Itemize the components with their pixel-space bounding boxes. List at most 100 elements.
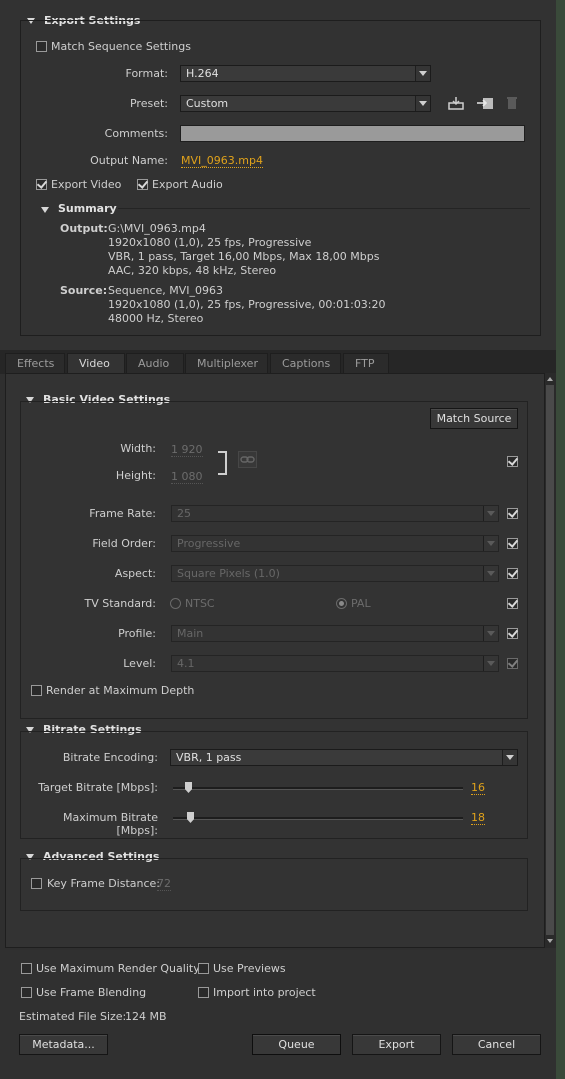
output-name-link[interactable]: MVI_0963.mp4: [181, 154, 263, 168]
bitrate-encoding-select[interactable]: VBR, 1 pass: [170, 749, 518, 766]
width-label: Width:: [120, 442, 156, 455]
aspect-label: Aspect:: [114, 567, 156, 580]
scrollbar[interactable]: [545, 373, 556, 948]
scroll-down-icon[interactable]: [547, 939, 553, 943]
frame-rate-value: 25: [177, 507, 191, 520]
aspect-checkbox[interactable]: [507, 568, 518, 579]
tab-captions[interactable]: Captions: [270, 353, 341, 373]
summary-title: Summary: [58, 202, 117, 215]
export-settings-panel: Export Settings Match Sequence Settings …: [0, 0, 556, 350]
tab-effects[interactable]: Effects: [5, 353, 65, 373]
frame-blending-label: Use Frame Blending: [36, 986, 147, 999]
aspect-select[interactable]: Square Pixels (1.0): [171, 565, 499, 582]
profile-select[interactable]: Main: [171, 625, 499, 642]
target-bitrate-slider[interactable]: [173, 787, 463, 790]
tab-ftp[interactable]: FTP: [343, 353, 389, 373]
scroll-thumb[interactable]: [546, 385, 554, 935]
file-size-value: 124 MB: [125, 1010, 167, 1023]
import-project-checkbox[interactable]: [198, 987, 209, 998]
size-override-checkbox[interactable]: [507, 456, 518, 467]
queue-button[interactable]: Queue: [252, 1034, 341, 1055]
max-bitrate-value[interactable]: 18: [471, 811, 485, 825]
frame-blending-checkbox[interactable]: [21, 987, 32, 998]
key-frame-label: Key Frame Distance:: [47, 877, 161, 890]
profile-checkbox[interactable]: [507, 628, 518, 639]
chevron-down-icon: [483, 626, 498, 641]
field-order-checkbox[interactable]: [507, 538, 518, 549]
summary-output-line: AAC, 320 kbps, 48 kHz, Stereo: [108, 264, 277, 277]
preset-select[interactable]: Custom: [180, 95, 431, 112]
key-frame-value[interactable]: 72: [157, 877, 171, 891]
link-icon[interactable]: [238, 451, 257, 468]
height-value: 1 080: [171, 470, 203, 484]
tab-video[interactable]: Video: [67, 353, 125, 374]
metadata-button[interactable]: Metadata...: [19, 1034, 108, 1055]
cancel-button[interactable]: Cancel: [452, 1034, 541, 1055]
field-order-label: Field Order:: [92, 537, 156, 550]
chevron-down-icon: [415, 66, 430, 81]
chevron-down-icon: [483, 506, 498, 521]
pal-radio[interactable]: [336, 598, 347, 609]
format-label: Format:: [125, 67, 168, 80]
target-bitrate-value[interactable]: 16: [471, 781, 485, 795]
level-select[interactable]: 4.1: [171, 655, 499, 672]
max-bitrate-slider[interactable]: [173, 817, 463, 820]
import-preset-icon[interactable]: [476, 96, 494, 110]
use-previews-checkbox[interactable]: [198, 963, 209, 974]
chevron-down-icon: [483, 536, 498, 551]
constrain-bracket: [218, 451, 227, 475]
summary-divider: [118, 208, 530, 209]
preset-label: Preset:: [129, 97, 168, 110]
ntsc-radio[interactable]: [170, 598, 181, 609]
summary-source-line: 48000 Hz, Stereo: [108, 312, 204, 325]
frame-rate-checkbox[interactable]: [507, 508, 518, 519]
summary-source-line: 1920x1080 (1,0), 25 fps, Progressive, 00…: [108, 298, 386, 311]
level-value: 4.1: [177, 657, 195, 670]
match-sequence-checkbox[interactable]: [36, 41, 47, 52]
summary-output-label: Output:: [60, 222, 108, 235]
match-sequence-label: Match Sequence Settings: [51, 40, 191, 53]
key-frame-checkbox[interactable]: [31, 878, 42, 889]
comments-label: Comments:: [104, 127, 168, 140]
chevron-down-icon: [502, 750, 517, 765]
field-order-select[interactable]: Progressive: [171, 535, 499, 552]
preset-value: Custom: [186, 97, 229, 110]
max-bitrate-label: Maximum Bitrate [Mbps]:: [63, 811, 158, 837]
match-source-button[interactable]: Match Source: [430, 408, 518, 429]
bitrate-encoding-value: VBR, 1 pass: [176, 751, 242, 764]
export-video-label: Export Video: [51, 178, 122, 191]
tab-multiplexer[interactable]: Multiplexer: [185, 353, 268, 373]
summary-output-line: VBR, 1 pass, Target 16,00 Mbps, Max 18,0…: [108, 250, 380, 263]
level-checkbox[interactable]: [507, 658, 518, 669]
tv-standard-label: TV Standard:: [84, 597, 157, 610]
tab-audio[interactable]: Audio: [126, 353, 184, 373]
summary-source-line: Sequence, MVI_0963: [108, 284, 224, 297]
right-edge: [556, 0, 565, 1079]
import-project-label: Import into project: [213, 986, 316, 999]
export-audio-checkbox[interactable]: [137, 179, 148, 190]
chevron-down-icon: [415, 96, 430, 111]
max-render-quality-checkbox[interactable]: [21, 963, 32, 974]
profile-value: Main: [177, 627, 204, 640]
summary-source-label: Source:: [60, 284, 108, 297]
comments-field[interactable]: [180, 125, 525, 142]
scroll-up-icon[interactable]: [547, 377, 553, 381]
frame-rate-label: Frame Rate:: [89, 507, 156, 520]
tv-standard-checkbox[interactable]: [507, 598, 518, 609]
output-name-label: Output Name:: [90, 154, 168, 167]
summary-output-line: G:\MVI_0963.mp4: [108, 222, 206, 235]
frame-rate-select[interactable]: 25: [171, 505, 499, 522]
format-select[interactable]: H.264: [180, 65, 431, 82]
export-button[interactable]: Export: [352, 1034, 441, 1055]
aspect-value: Square Pixels (1.0): [177, 567, 280, 580]
render-max-depth-checkbox[interactable]: [31, 685, 42, 696]
export-video-checkbox[interactable]: [36, 179, 47, 190]
ntsc-label: NTSC: [185, 597, 215, 610]
summary-collapse-triangle-icon[interactable]: [41, 207, 49, 213]
target-bitrate-label: Target Bitrate [Mbps]:: [38, 781, 158, 794]
render-max-depth-label: Render at Maximum Depth: [46, 684, 195, 697]
save-preset-icon[interactable]: [448, 96, 464, 110]
delete-preset-icon[interactable]: [506, 96, 518, 110]
summary-output-line: 1920x1080 (1,0), 25 fps, Progressive: [108, 236, 312, 249]
bitrate-encoding-label: Bitrate Encoding:: [62, 751, 158, 764]
